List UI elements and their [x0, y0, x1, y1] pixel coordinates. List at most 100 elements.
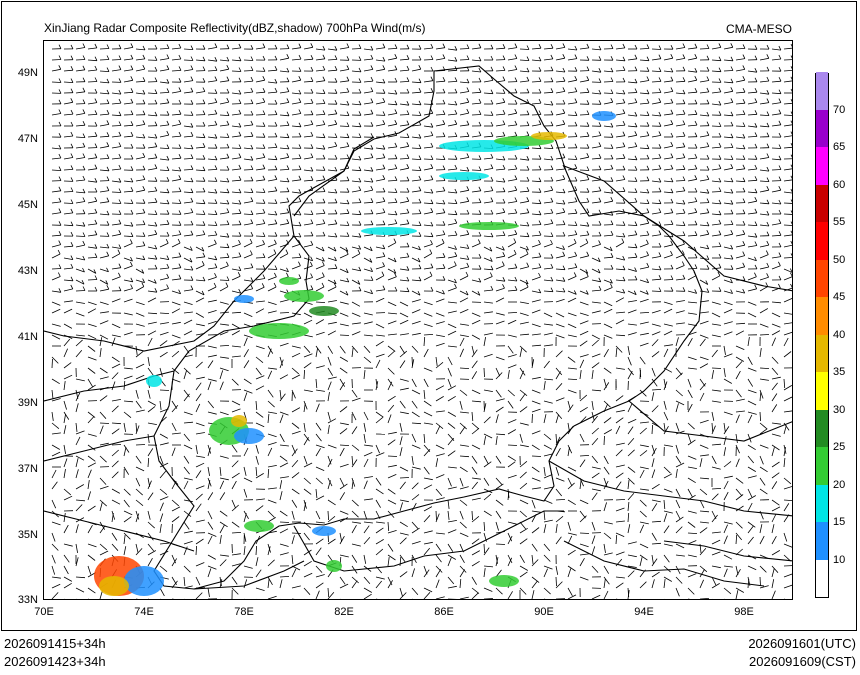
wind-barb-shaft	[267, 442, 277, 446]
wind-barb-flag	[658, 208, 662, 213]
wind-barb-flag	[154, 264, 158, 270]
wind-barb-flag	[118, 153, 122, 159]
wind-barb-flag	[394, 109, 398, 114]
wind-barb-flag	[298, 261, 301, 266]
wind-barb-shaft	[231, 345, 241, 348]
wind-barb-shaft	[363, 312, 373, 316]
wind-barb-flag	[586, 110, 590, 115]
wind-barb-shaft	[87, 168, 97, 171]
wind-barb-shaft	[567, 114, 578, 116]
wind-barb-shaft	[771, 393, 778, 402]
wind-barb-flag	[286, 231, 290, 237]
wind-barb-shaft	[87, 356, 97, 361]
wind-barb-shaft	[639, 234, 649, 237]
wind-barb-shaft	[243, 59, 254, 61]
wind-barb-shaft	[615, 347, 618, 358]
wind-barb-shaft	[51, 253, 61, 259]
wind-barb-shaft	[411, 91, 422, 94]
wind-barb-flag	[598, 131, 602, 136]
wind-barb-shaft	[675, 337, 679, 347]
wind-barb-shaft	[471, 190, 481, 193]
wind-barb-flag	[610, 89, 614, 94]
wind-barb-flag	[286, 54, 290, 59]
wind-barb-shaft	[111, 449, 119, 457]
wind-barb-shaft	[63, 374, 73, 380]
wind-barb-flag	[274, 239, 277, 244]
wind-barb-flag	[742, 54, 746, 59]
wind-barb-shaft	[459, 257, 469, 260]
radar-echo-patch	[244, 520, 274, 532]
wind-barb-shaft	[195, 403, 201, 413]
wind-barb-flag	[106, 251, 110, 256]
wind-barb-shaft	[244, 598, 245, 599]
wind-barb-shaft	[159, 277, 169, 281]
wind-barb-shaft	[783, 378, 786, 389]
wind-barb-shaft	[435, 158, 446, 160]
wind-barb-flag	[706, 121, 710, 126]
wind-barb-shaft	[351, 213, 362, 216]
wind-barb-shaft	[111, 428, 120, 435]
wind-barb-shaft	[399, 447, 403, 457]
wind-barb-shaft	[339, 367, 348, 374]
wind-barb-shaft	[339, 334, 350, 336]
wind-barb-flag	[634, 197, 638, 203]
wind-barb-shaft	[735, 233, 745, 237]
wind-barb-flag	[478, 198, 482, 203]
wind-barb-flag	[466, 98, 470, 103]
wind-barb-shaft	[555, 202, 565, 205]
wind-barb-shaft	[207, 267, 217, 270]
wind-barb-flag	[394, 176, 398, 181]
wind-barb-shaft	[315, 348, 318, 358]
wind-barb-shaft	[747, 525, 754, 534]
wind-barb-shaft	[87, 378, 93, 387]
wind-barb-shaft	[435, 444, 445, 450]
lon-label-74: 74E	[134, 606, 154, 618]
wind-barb-shaft	[387, 350, 395, 358]
wind-barb-shaft	[423, 334, 434, 336]
wind-barb-flag	[106, 221, 110, 226]
wind-barb-flag	[754, 98, 758, 103]
wind-barb-flag	[346, 142, 350, 147]
wind-barb-shaft	[303, 312, 313, 318]
wind-barb-flag	[406, 110, 410, 115]
wind-barb-flag	[478, 98, 482, 104]
wind-barb-shaft	[267, 465, 277, 468]
wind-barb-flag	[706, 66, 710, 72]
wind-barb-flag	[610, 77, 614, 82]
wind-barb-shaft	[243, 392, 248, 402]
wind-barb-shaft	[735, 361, 743, 369]
wind-barb-shaft	[111, 69, 121, 72]
wind-barb-flag	[262, 188, 266, 193]
wind-barb-shaft	[123, 546, 127, 556]
wind-barb-shaft	[75, 504, 83, 512]
wind-barb-shaft	[51, 81, 62, 83]
wind-barb-shaft	[99, 190, 109, 193]
wind-barb-shaft	[447, 378, 452, 388]
wind-barb-shaft	[387, 191, 398, 193]
wind-barb-shaft	[183, 147, 194, 150]
wind-barb-shaft	[423, 80, 433, 83]
wind-barb-shaft	[231, 256, 241, 259]
wind-barb-shaft	[63, 414, 66, 424]
wind-barb-shaft	[219, 323, 229, 326]
wind-barb-flag	[358, 166, 362, 171]
wind-barb-flag	[334, 133, 338, 138]
wind-barb-shaft	[615, 472, 624, 479]
wind-barb-shaft	[339, 583, 349, 589]
wind-barb-flag	[694, 164, 698, 170]
wind-barb-shaft	[675, 543, 685, 549]
wind-barb-shaft	[663, 212, 673, 215]
wind-barb-shaft	[651, 290, 662, 292]
wind-barb-shaft	[123, 91, 134, 94]
wind-barb-shaft	[255, 300, 265, 303]
wind-barb-shaft	[231, 179, 242, 182]
wind-barb-shaft	[435, 80, 446, 83]
wind-barb-shaft	[435, 190, 445, 193]
wind-barb-flag	[514, 286, 518, 291]
wind-barb-shaft	[351, 521, 361, 524]
wind-barb-flag	[550, 155, 554, 161]
wind-barb-shaft	[615, 146, 625, 149]
wind-barb-shaft	[411, 158, 422, 160]
wind-barb-shaft	[495, 455, 502, 464]
wind-barb-shaft	[435, 298, 445, 303]
